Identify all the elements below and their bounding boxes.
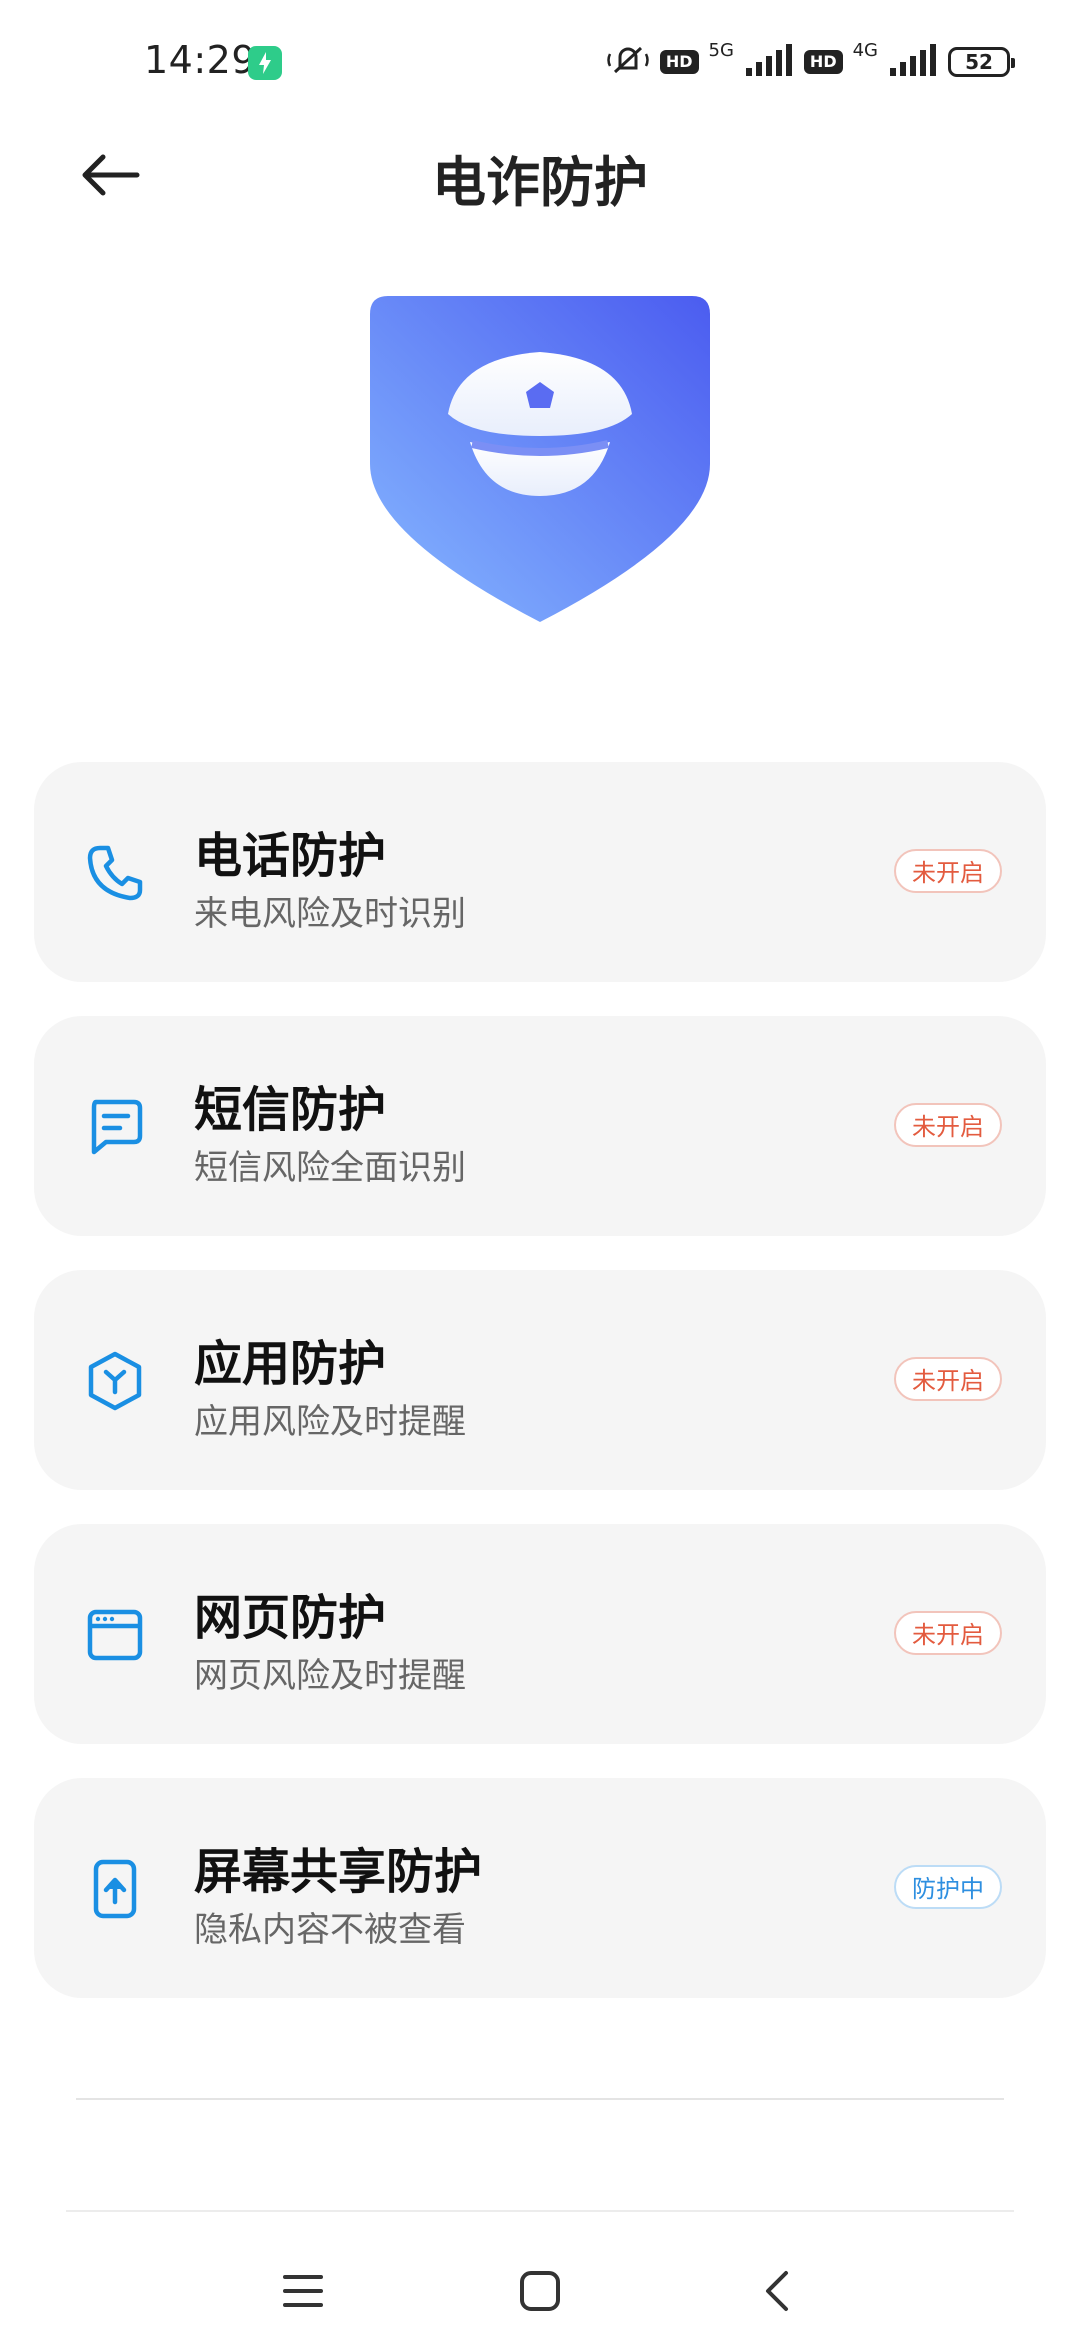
status-time: 14:29 [144,38,257,82]
message-icon [84,1096,146,1158]
home-square-icon [520,2271,560,2311]
browser-icon [84,1604,146,1666]
hd-badge: HD [659,50,699,74]
app-cube-icon [84,1350,146,1412]
system-nav-bar [0,2210,1080,2340]
card-screen-share-protection[interactable]: 屏幕共享防护 隐私内容不被查看 防护中 [34,1778,1046,1998]
card-title: 应用防护 [194,1336,387,1392]
charging-icon [248,46,282,80]
card-web-protection[interactable]: 网页防护 网页风险及时提醒 未开启 [34,1524,1046,1744]
battery-icon: 52 [948,47,1015,77]
battery-level: 52 [965,50,993,74]
signal-icon-2 [888,42,938,82]
divider [76,2098,1004,2100]
card-title: 网页防护 [194,1590,387,1646]
status-badge: 防护中 [894,1865,1002,1909]
signal-icon [744,42,794,82]
phone-icon [84,842,146,904]
card-subtitle: 短信风险全面识别 [194,1148,466,1188]
menu-button[interactable] [268,2256,338,2326]
card-subtitle: 网页风险及时提醒 [194,1656,466,1696]
page-title: 电诈防护 [432,151,648,214]
screen-share-icon [84,1858,146,1920]
card-app-protection[interactable]: 应用防护 应用风险及时提醒 未开启 [34,1270,1046,1490]
status-badge: 未开启 [894,849,1002,893]
status-badge: 未开启 [894,1357,1002,1401]
card-sms-protection[interactable]: 短信防护 短信风险全面识别 未开启 [34,1016,1046,1236]
mute-vibrate-icon [606,40,650,84]
nav-divider [66,2210,1014,2212]
status-badge: 未开启 [894,1103,1002,1147]
back-chevron-icon [766,2271,788,2311]
card-title: 屏幕共享防护 [194,1844,483,1900]
police-shield-illustration [368,294,712,624]
network-5g-label: 5G [708,39,734,61]
card-title: 电话防护 [194,828,387,884]
menu-icon [283,2275,323,2307]
card-title: 短信防护 [194,1082,387,1138]
card-subtitle: 隐私内容不被查看 [194,1910,466,1950]
hd-badge-2: HD [803,50,843,74]
status-bar: 14:29 HD 5G HD 4G 52 [0,0,1080,130]
status-badge: 未开启 [894,1611,1002,1655]
card-phone-protection[interactable]: 电话防护 来电风险及时识别 未开启 [34,762,1046,982]
home-button[interactable] [505,2256,575,2326]
card-subtitle: 应用风险及时提醒 [194,1402,466,1442]
card-subtitle: 来电风险及时识别 [194,894,466,934]
back-nav-button[interactable] [742,2256,812,2326]
network-4g-label: 4G [852,39,878,61]
protection-list: 电话防护 来电风险及时识别 未开启 短信防护 短信风险全面识别 未开启 应用防护… [34,762,1046,2032]
status-icons: HD 5G HD 4G 52 [606,39,1015,84]
